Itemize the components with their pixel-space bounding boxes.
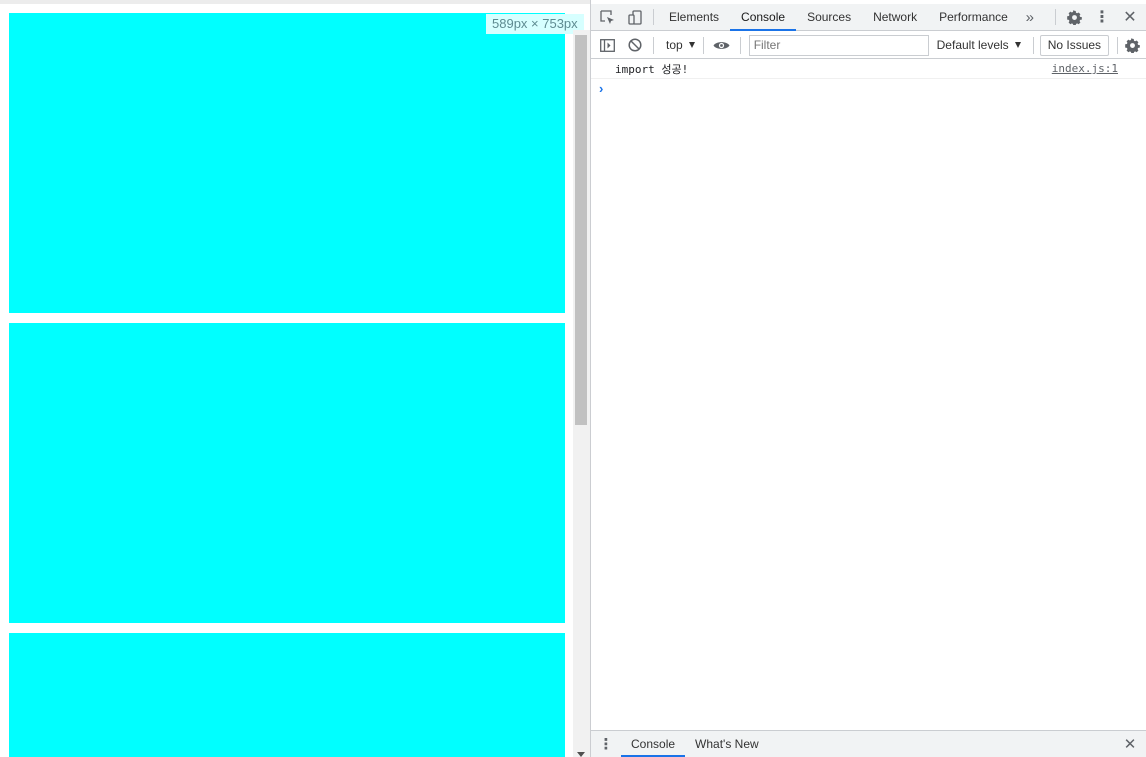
dropdown-caret-icon	[1014, 42, 1021, 48]
viewport-size-label: 589px × 753px	[486, 14, 584, 34]
more-tabs-icon[interactable]: »	[1019, 4, 1041, 30]
cyan-box-1	[9, 13, 565, 313]
inspect-element-icon[interactable]	[593, 4, 621, 30]
tab-label: Elements	[669, 10, 720, 24]
scrollbar-thumb[interactable]	[575, 35, 587, 425]
tab-elements[interactable]: Elements	[658, 4, 730, 30]
tab-performance[interactable]: Performance	[928, 4, 1019, 30]
device-toolbar-icon[interactable]	[621, 4, 649, 30]
page-viewport: 589px × 753px	[0, 0, 590, 757]
live-expression-eye-icon[interactable]	[708, 32, 736, 59]
context-selector[interactable]: top	[658, 32, 699, 59]
devtools-drawer: ⋮ Console What's New ✕	[591, 730, 1146, 757]
context-label: top	[666, 38, 683, 52]
kebab-menu-icon[interactable]: ⋮	[1088, 4, 1116, 30]
toolbar-divider	[653, 36, 654, 54]
toolbar-divider	[702, 36, 704, 54]
devtools-tabbar: Elements Console Sources Network Perform…	[591, 4, 1146, 31]
log-levels-label: Default levels	[936, 38, 1009, 52]
issues-label: No Issues	[1047, 38, 1102, 52]
toolbar-divider	[739, 36, 741, 54]
filter-input[interactable]	[748, 34, 929, 56]
console-settings-gear-icon[interactable]	[1118, 32, 1146, 59]
console-prompt[interactable]: ›	[591, 79, 1146, 98]
drawer-menu-icon[interactable]: ⋮	[591, 731, 621, 757]
tab-network[interactable]: Network	[862, 4, 928, 30]
toolbar-divider	[1055, 9, 1056, 25]
cyan-box-3	[9, 633, 565, 757]
tab-label: Sources	[807, 10, 852, 24]
scroll-down-arrow-icon[interactable]	[577, 752, 585, 757]
drawer-tab-label: Console	[631, 737, 676, 751]
console-message-text: import 성공!	[615, 63, 689, 76]
toggle-sidebar-icon[interactable]	[593, 32, 621, 59]
dropdown-caret-icon	[688, 42, 695, 48]
settings-gear-icon[interactable]	[1060, 4, 1088, 30]
drawer-tab-label: What's New	[695, 737, 759, 751]
console-toolbar: top Default levels No Issues	[591, 32, 1146, 59]
cyan-box-2	[9, 323, 565, 623]
console-message-source-link[interactable]: index.js:1	[1052, 62, 1118, 75]
tab-label: Performance	[939, 10, 1008, 24]
close-devtools-icon[interactable]: ✕	[1116, 4, 1144, 30]
tab-label: Console	[741, 10, 786, 24]
console-messages: import 성공! index.js:1 ›	[591, 60, 1146, 98]
drawer-tab-console[interactable]: Console	[621, 731, 686, 757]
devtools-panel: Elements Console Sources Network Perform…	[590, 0, 1146, 757]
prompt-chevron-icon: ›	[599, 81, 604, 96]
tab-sources[interactable]: Sources	[796, 4, 862, 30]
drawer-tab-whats-new[interactable]: What's New	[685, 731, 769, 757]
tab-label: Network	[873, 10, 918, 24]
close-drawer-icon[interactable]: ✕	[1116, 731, 1144, 757]
issues-button[interactable]: No Issues	[1039, 34, 1110, 56]
toolbar-divider	[653, 9, 654, 25]
log-levels-dropdown[interactable]: Default levels	[929, 32, 1029, 59]
tab-console[interactable]: Console	[730, 4, 797, 31]
clear-console-icon[interactable]	[621, 32, 649, 59]
toolbar-divider	[1032, 36, 1034, 54]
vertical-scrollbar[interactable]	[573, 30, 590, 757]
console-message: import 성공! index.js:1	[591, 60, 1146, 79]
